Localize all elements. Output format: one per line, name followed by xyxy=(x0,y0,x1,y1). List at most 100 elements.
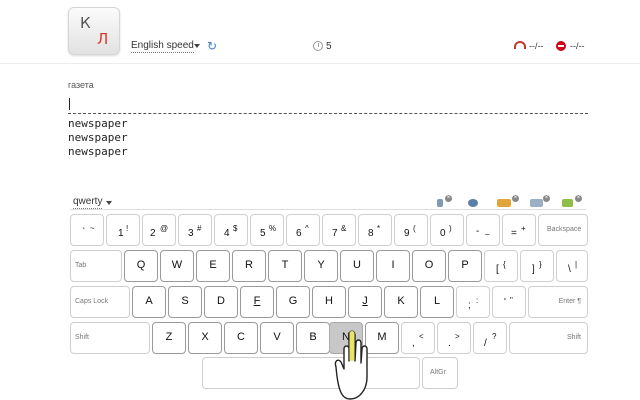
key-shifted: < xyxy=(419,332,424,341)
text-cursor[interactable] xyxy=(69,98,70,110)
highlight-icon[interactable]: × xyxy=(562,195,582,207)
key-v[interactable]: V xyxy=(260,322,294,354)
key-backspace[interactable]: Backspace xyxy=(538,214,588,246)
typed-line: newspaper xyxy=(68,131,128,144)
key-6[interactable]: 6 ^ xyxy=(286,214,320,246)
key-primary: 6 xyxy=(296,228,302,239)
key-space[interactable] xyxy=(202,357,420,389)
key-label: A xyxy=(145,295,153,307)
key-semicolon[interactable]: ; : xyxy=(456,286,490,318)
key-primary: 9 xyxy=(404,228,410,239)
key-h[interactable]: H xyxy=(312,286,346,318)
key-5[interactable]: 5 % xyxy=(250,214,284,246)
key-w[interactable]: W xyxy=(160,250,194,282)
key-shifted: { xyxy=(503,260,506,269)
key-u[interactable]: U xyxy=(340,250,374,282)
key-q[interactable]: Q xyxy=(124,250,158,282)
key-equals[interactable]: = + xyxy=(502,214,536,246)
key-shifted: ^ xyxy=(305,224,309,233)
key-3[interactable]: 3 # xyxy=(178,214,212,246)
key-z[interactable]: Z xyxy=(152,322,186,354)
key-t[interactable]: T xyxy=(268,250,302,282)
key-primary: 8 xyxy=(368,228,374,239)
key-enter[interactable]: Enter ¶ xyxy=(528,286,588,318)
key-shifted: ~ xyxy=(90,224,95,233)
key-shift-right[interactable]: Shift xyxy=(509,322,588,354)
key-7[interactable]: 7 & xyxy=(322,214,356,246)
hands-icon[interactable]: × xyxy=(497,195,519,207)
key-label: O xyxy=(424,259,434,271)
keyboard-icon[interactable]: × xyxy=(530,195,550,207)
key-label: Shift xyxy=(566,334,581,341)
color-icon[interactable] xyxy=(468,197,482,207)
lesson-select[interactable]: English speed xyxy=(131,40,194,53)
key-primary: 1 xyxy=(118,228,124,239)
key-r[interactable]: R xyxy=(232,250,266,282)
key-d[interactable]: D xyxy=(204,286,238,318)
key-bracket-left[interactable]: [ { xyxy=(484,250,518,282)
key-label: Enter ¶ xyxy=(558,298,581,305)
layout-select[interactable]: qwerty xyxy=(73,196,103,209)
key-label: E xyxy=(209,259,217,271)
chevron-down-icon[interactable] xyxy=(106,201,112,205)
sound-icon[interactable]: × xyxy=(436,195,452,207)
key-label: J xyxy=(362,295,368,307)
key-label: V xyxy=(273,331,281,343)
key-l[interactable]: L xyxy=(420,286,454,318)
key-shifted: : xyxy=(476,296,479,305)
key-a[interactable]: A xyxy=(132,286,166,318)
key-shifted: @ xyxy=(160,224,169,233)
key-label: Y xyxy=(317,259,325,271)
key-1[interactable]: 1 ! xyxy=(106,214,140,246)
key-f[interactable]: F xyxy=(240,286,274,318)
refresh-icon[interactable]: ↻ xyxy=(207,39,217,53)
key-b[interactable]: B xyxy=(296,322,330,354)
key-k[interactable]: K xyxy=(384,286,418,318)
key-slash[interactable]: / ? xyxy=(473,322,507,354)
key-primary: 2 xyxy=(150,228,156,239)
keyboard-logo-icon[interactable]: К Л xyxy=(68,7,120,55)
key-shifted: ( xyxy=(413,224,416,233)
key-primary: . xyxy=(448,338,451,349)
key-primary: \ xyxy=(568,264,571,275)
key-label: Tab xyxy=(75,262,87,269)
key-p[interactable]: P xyxy=(448,250,482,282)
key-s[interactable]: S xyxy=(168,286,202,318)
key-4[interactable]: 4 $ xyxy=(214,214,248,246)
key-minus[interactable]: - _ xyxy=(466,214,500,246)
key-primary: = xyxy=(511,228,517,239)
key-label: AltGr xyxy=(430,369,446,376)
key-tab[interactable]: Tab xyxy=(70,250,122,282)
key-backtick[interactable]: ` ~ xyxy=(70,214,104,246)
key-shifted: & xyxy=(341,224,347,233)
keyboard-divider xyxy=(70,209,586,210)
key-x[interactable]: X xyxy=(188,322,222,354)
key-0[interactable]: 0 ) xyxy=(430,214,464,246)
key-shifted: * xyxy=(377,224,381,233)
key-e[interactable]: E xyxy=(196,250,230,282)
key-shifted: $ xyxy=(233,224,238,233)
key-i[interactable]: I xyxy=(376,250,410,282)
key-o[interactable]: O xyxy=(412,250,446,282)
key-label: T xyxy=(281,259,289,271)
key-comma[interactable]: , < xyxy=(401,322,435,354)
chevron-down-icon[interactable] xyxy=(194,44,200,48)
key-c[interactable]: C xyxy=(224,322,258,354)
key-shift-left[interactable]: Shift xyxy=(70,322,150,354)
key-2[interactable]: 2 @ xyxy=(142,214,176,246)
key-shifted: | xyxy=(575,260,578,269)
key-y[interactable]: Y xyxy=(304,250,338,282)
key-9[interactable]: 9 ( xyxy=(394,214,428,246)
key-j[interactable]: J xyxy=(348,286,382,318)
key-quote[interactable]: ' " xyxy=(492,286,526,318)
key-8[interactable]: 8 * xyxy=(358,214,392,246)
key-primary: ' xyxy=(504,297,506,308)
key-backslash[interactable]: \ | xyxy=(556,250,588,282)
key-g[interactable]: G xyxy=(276,286,310,318)
key-shifted: # xyxy=(197,224,202,233)
key-altgr[interactable]: AltGr xyxy=(422,357,458,389)
key-capslock[interactable]: Caps Lock xyxy=(70,286,130,318)
key-shifted: + xyxy=(521,224,526,233)
key-bracket-right[interactable]: ] } xyxy=(520,250,554,282)
key-period[interactable]: . > xyxy=(437,322,471,354)
